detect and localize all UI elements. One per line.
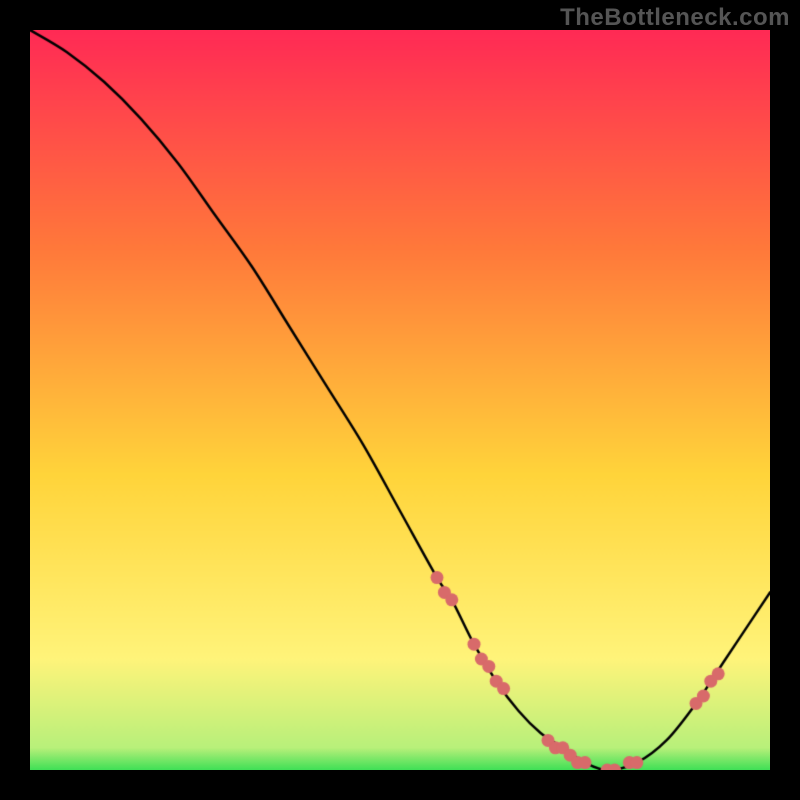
chart-container: TheBottleneck.com <box>0 0 800 800</box>
watermark-text: TheBottleneck.com <box>560 4 790 32</box>
bottleneck-curve <box>30 30 770 770</box>
plot-area <box>30 30 770 770</box>
